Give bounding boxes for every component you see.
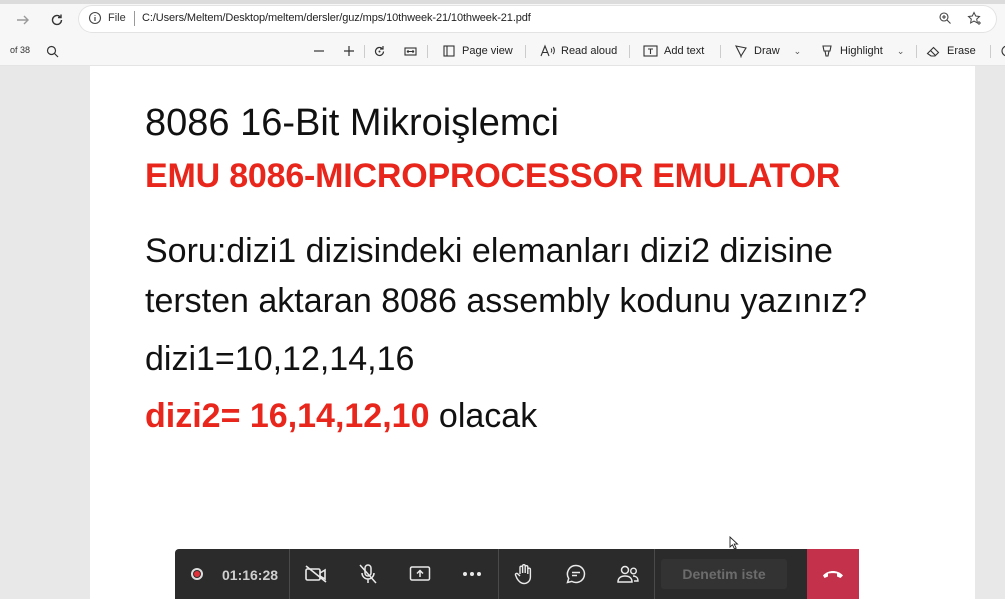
refresh-button[interactable] xyxy=(47,10,67,30)
erase-label: Erase xyxy=(947,45,976,57)
zoom-in-icon[interactable] xyxy=(341,43,357,59)
tab-strip-edge xyxy=(0,0,1005,4)
pdf-page xyxy=(90,66,975,599)
file-scheme-label: File xyxy=(108,12,126,24)
draw-button[interactable]: Draw ⌄ xyxy=(734,43,801,59)
request-control-button[interactable]: Denetim iste xyxy=(661,559,787,589)
meeting-control-bar: 01:16:28 Denetim iste xyxy=(175,549,859,599)
add-text-icon xyxy=(643,45,658,57)
erase-button[interactable]: Erase xyxy=(926,43,976,59)
highlighter-icon xyxy=(822,45,832,57)
address-separator xyxy=(134,11,135,26)
meeting-divider xyxy=(498,549,499,599)
forward-button[interactable] xyxy=(13,10,33,30)
url-text[interactable]: C:/Users/Meltem/Desktop/meltem/dersler/g… xyxy=(142,12,531,24)
slide-subtitle: EMU 8086-MICROPROCESSOR EMULATOR xyxy=(145,157,841,195)
page-count: of 38 xyxy=(10,45,31,55)
meeting-divider xyxy=(289,549,290,599)
toolbar-divider xyxy=(525,45,526,58)
rotate-icon[interactable] xyxy=(371,43,387,59)
eraser-icon xyxy=(926,46,940,57)
highlight-label: Highlight xyxy=(840,45,883,57)
dizi1-values: dizi1=10,12,14,16 xyxy=(145,340,415,378)
zoom-out-icon[interactable] xyxy=(311,43,327,59)
meeting-timer: 01:16:28 xyxy=(222,567,279,583)
slide-title: 8086 16-Bit Mikroişlemci xyxy=(145,102,559,144)
meeting-divider xyxy=(654,549,655,599)
page-view-button[interactable]: Page view xyxy=(442,43,513,59)
toolbar-divider xyxy=(427,45,428,58)
more-options-button[interactable] xyxy=(460,562,484,586)
chat-icon xyxy=(566,564,586,584)
dizi2-suffix: olacak xyxy=(429,397,538,435)
toolbar-divider xyxy=(629,45,630,58)
camera-off-button[interactable] xyxy=(304,562,328,586)
pdf-toolbar: of 38 Page view Read aloud Add text Draw… xyxy=(0,37,1005,66)
participants-button[interactable] xyxy=(616,562,640,586)
page-view-label: Page view xyxy=(462,45,513,57)
recording-indicator-icon xyxy=(191,568,203,580)
participants-icon xyxy=(617,565,639,583)
camera-off-icon xyxy=(305,565,327,583)
question-line-1: Soru:dizi1 dizisindeki elemanları dizi2 … xyxy=(145,232,833,270)
highlight-button[interactable]: Highlight ⌄ xyxy=(820,43,904,59)
mouse-cursor-icon xyxy=(729,536,739,550)
toolbar-divider xyxy=(990,45,991,58)
add-text-label: Add text xyxy=(664,45,705,57)
dizi2-values: dizi2= 16,14,12,10 xyxy=(145,397,430,435)
draw-pen-icon xyxy=(735,45,747,58)
draw-label: Draw xyxy=(754,45,780,57)
fit-page-icon[interactable] xyxy=(402,43,418,59)
toolbar-divider xyxy=(916,45,917,58)
raise-hand-icon xyxy=(514,564,532,585)
question-line-2: tersten aktaran 8086 assembly kodunu yaz… xyxy=(145,282,867,320)
refresh-icon xyxy=(51,14,63,26)
add-text-button[interactable]: Add text xyxy=(643,43,704,59)
page-view-icon xyxy=(443,45,455,57)
highlight-chevron-down-icon[interactable]: ⌄ xyxy=(897,46,905,57)
info-icon[interactable] xyxy=(88,11,102,30)
favorites-star-icon[interactable] xyxy=(967,11,982,31)
dizi2-values-line: dizi2= 16,14,12,10 olacak xyxy=(145,397,537,436)
zoom-icon[interactable] xyxy=(938,11,952,30)
chat-button[interactable] xyxy=(564,562,588,586)
arrow-right-icon xyxy=(17,15,29,25)
share-screen-icon xyxy=(409,566,431,581)
more-tools-icon[interactable] xyxy=(996,43,1005,59)
read-aloud-icon xyxy=(540,44,555,57)
read-aloud-label: Read aloud xyxy=(561,45,618,57)
leave-call-button[interactable] xyxy=(807,549,859,599)
search-icon[interactable] xyxy=(44,43,60,59)
share-screen-button[interactable] xyxy=(408,562,432,586)
toolbar-divider xyxy=(720,45,721,58)
browser-address-row: File C:/Users/Meltem/Desktop/meltem/ders… xyxy=(0,0,1005,37)
mute-button[interactable] xyxy=(356,562,380,586)
address-bar[interactable]: File C:/Users/Meltem/Desktop/meltem/ders… xyxy=(78,5,997,33)
microphone-off-icon xyxy=(359,564,377,584)
hang-up-phone-icon xyxy=(823,571,843,578)
draw-chevron-down-icon[interactable]: ⌄ xyxy=(794,46,802,57)
read-aloud-button[interactable]: Read aloud xyxy=(540,43,617,59)
toolbar-divider xyxy=(364,45,365,58)
raise-hand-button[interactable] xyxy=(512,562,536,586)
more-dots-icon xyxy=(463,572,481,576)
